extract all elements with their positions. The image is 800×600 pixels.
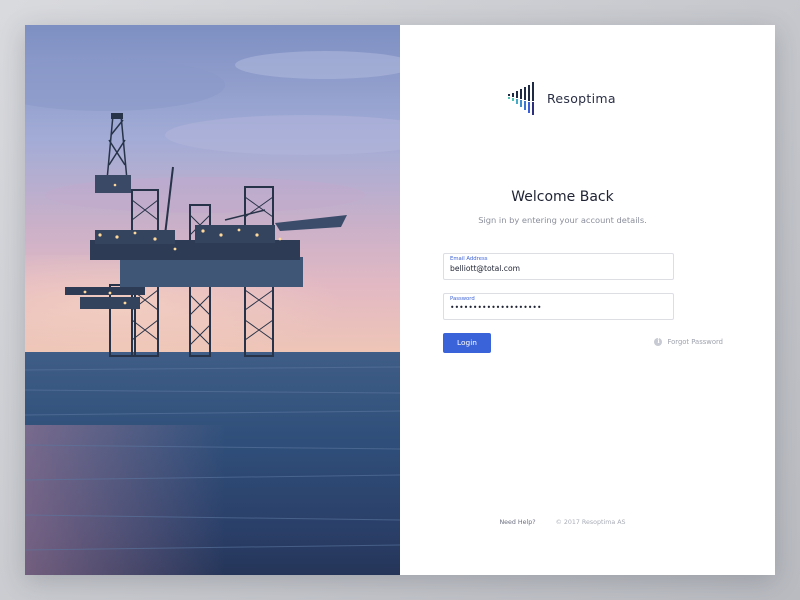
copyright-text: © 2017 Resoptima AS — [555, 519, 626, 526]
forgot-password-label: Forgot Password — [667, 338, 723, 346]
page-subtitle: Sign in by entering your account details… — [478, 215, 647, 225]
bars-logo-icon — [508, 82, 534, 115]
page-title: Welcome Back — [511, 189, 614, 205]
password-input[interactable]: •••••••••••••••••••• — [450, 304, 542, 312]
email-field[interactable]: Email Address belliott@total.com — [443, 253, 674, 280]
email-label: Email Address — [450, 256, 488, 262]
need-help-link[interactable]: Need Help? — [499, 519, 535, 526]
footer: Need Help? © 2017 Resoptima AS — [375, 519, 750, 526]
login-button[interactable]: Login — [443, 333, 491, 353]
password-field[interactable]: Password •••••••••••••••••••• — [443, 293, 674, 320]
forgot-password-link[interactable]: i Forgot Password — [654, 338, 723, 346]
brand-logo: Resoptima — [507, 80, 616, 116]
info-icon: i — [654, 338, 663, 346]
brand-name: Resoptima — [547, 90, 616, 106]
email-input[interactable]: belliott@total.com — [450, 265, 520, 273]
hero-image — [25, 25, 400, 575]
password-label: Password — [450, 296, 475, 302]
